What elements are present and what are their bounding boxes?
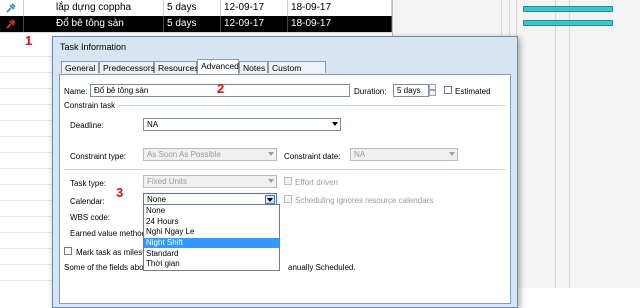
indicator-cell <box>0 16 24 32</box>
calendar-option-none[interactable]: None <box>144 206 279 216</box>
indicator-cell <box>0 0 24 16</box>
deadline-label: Deadline: <box>70 121 104 130</box>
calendar-label: Calendar: <box>70 197 105 206</box>
separator <box>118 105 506 106</box>
gantt-gridline <box>555 0 556 288</box>
dropdown-arrow-icon <box>268 179 274 183</box>
calendar-option-night-shift[interactable]: Night Shift <box>144 238 279 248</box>
mark-milestone-checkbox[interactable] <box>64 247 72 255</box>
footer-note-right: anually Scheduled. <box>288 263 356 272</box>
annotation-marker-1: 1 <box>25 33 33 48</box>
task-name-cell[interactable]: lắp dựng coppha <box>24 0 164 16</box>
calendar-option-thoi-gian[interactable]: Thời gian <box>144 259 279 269</box>
task-name-cell[interactable]: Đổ bê tông sàn <box>24 16 164 32</box>
task-type-label: Task type: <box>70 179 107 188</box>
start-cell[interactable]: 12-09-17 <box>221 0 288 16</box>
task-information-dialog: Task Information General Predecessors Re… <box>52 36 518 308</box>
calendar-option-nghi-ngay-le[interactable]: Nghi Ngay Le <box>144 227 279 237</box>
gantt-bar[interactable] <box>523 20 613 26</box>
table-row[interactable]: lắp dựng coppha 5 days 12-09-17 18-09-17 <box>0 0 392 17</box>
calendar-option-standard[interactable]: Standard <box>144 249 279 259</box>
dropdown-arrow-icon <box>332 122 338 126</box>
tab-advanced[interactable]: Advanced <box>197 59 239 74</box>
gantt-gridline <box>569 0 570 288</box>
advanced-panel: Name: Đổ bê tông sàn Duration: 5 days Es… <box>59 74 511 304</box>
duration-cell[interactable]: 5 days <box>164 16 221 32</box>
dialog-title: Task Information <box>60 42 127 52</box>
duration-down-button[interactable] <box>429 90 436 96</box>
constraint-date-label: Constraint date: <box>284 152 341 161</box>
deadline-field[interactable]: NA <box>143 118 341 131</box>
table-row[interactable]: Đổ bê tông sàn 5 days 12-09-17 18-09-17 <box>0 16 392 33</box>
calendar-dropdown-button[interactable] <box>265 195 275 204</box>
duration-cell[interactable]: 5 days <box>164 0 221 16</box>
estimated-label: Estimated <box>455 87 491 96</box>
separator <box>64 169 506 170</box>
annotation-marker-3: 3 <box>116 185 124 200</box>
calendar-option-24-hours[interactable]: 24 Hours <box>144 217 279 227</box>
scheduling-ignores-checkbox <box>284 195 292 203</box>
finish-cell[interactable]: 18-09-17 <box>288 0 392 16</box>
tab-predecessors[interactable]: Predecessors <box>99 61 155 73</box>
annotation-marker-2: 2 <box>217 81 225 96</box>
tab-general[interactable]: General <box>61 61 99 73</box>
effort-driven-label: Effort driven <box>295 178 338 187</box>
gantt-bar[interactable] <box>523 6 613 12</box>
task-icon <box>6 3 16 13</box>
tab-custom-fields[interactable]: Custom Fields <box>268 61 326 85</box>
footer-note-left: Some of the fields abov <box>64 263 148 272</box>
duration-label: Duration: <box>354 87 387 96</box>
constraint-type-field: As Soon As Possible <box>143 148 277 161</box>
finish-cell[interactable]: 18-09-17 <box>288 16 392 32</box>
constrain-task-heading: Constrain task <box>64 101 116 110</box>
scheduling-ignores-label: Scheduling ignores resource calendars <box>295 196 434 205</box>
dropdown-arrow-icon <box>449 152 455 156</box>
wbs-code-label: WBS code: <box>70 213 111 222</box>
dropdown-arrow-icon <box>268 152 274 156</box>
duration-field[interactable]: 5 days <box>393 84 429 97</box>
name-label: Name: <box>64 87 88 96</box>
constraint-type-label: Constraint type: <box>70 152 127 161</box>
tab-resources[interactable]: Resources <box>154 61 199 73</box>
dropdown-arrow-icon <box>267 198 273 202</box>
effort-driven-checkbox <box>284 177 292 185</box>
earned-value-label: Earned value method: <box>70 229 149 238</box>
mark-milestone-label: Mark task as milesto <box>76 248 149 257</box>
pin-task-icon <box>6 19 16 29</box>
tab-notes[interactable]: Notes <box>239 61 268 73</box>
constraint-date-field: NA <box>350 148 458 161</box>
dialog-titlebar[interactable]: Task Information <box>53 37 517 57</box>
estimated-checkbox[interactable] <box>444 86 452 94</box>
task-type-field: Fixed Units <box>143 175 277 188</box>
start-cell[interactable]: 12-09-17 <box>221 16 288 32</box>
calendar-dropdown-list: None 24 Hours Nghi Ngay Le Night Shift S… <box>143 204 280 271</box>
